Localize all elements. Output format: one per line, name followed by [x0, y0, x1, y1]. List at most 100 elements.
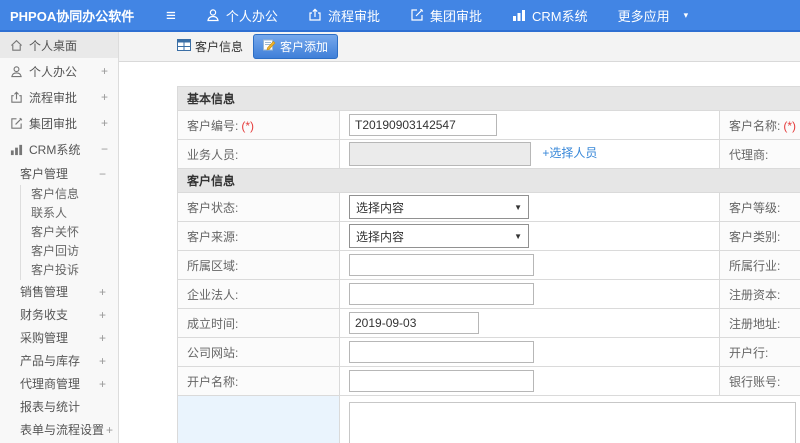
choose-person-link[interactable]: +选择人员	[542, 146, 597, 160]
selected-option: 选择内容	[356, 229, 405, 244]
bank-account-label: 银行账号:	[719, 366, 800, 396]
expand-plus-icon[interactable]: +	[97, 331, 106, 345]
industry-label: 所属行业:	[719, 250, 800, 280]
account-name-input[interactable]	[349, 370, 534, 392]
expand-plus-icon[interactable]: +	[99, 90, 108, 104]
sidebar-item-finance[interactable]: 财务收支 +	[0, 303, 118, 326]
required-mark: (*)	[783, 118, 797, 133]
customer-add-form: 基本信息 客户编号:(*) 客户名称:(*) 业务人员: +选择人员 代理商:	[176, 86, 800, 443]
customer-no-label: 客户编号: (*)	[177, 110, 340, 140]
nav-crm-system[interactable]: CRM系统	[512, 6, 588, 25]
form-content: 基本信息 客户编号:(*) 客户名称:(*) 业务人员: +选择人员 代理商:	[119, 62, 800, 443]
main-area: 客户信息 客户添加 基本信息 客户编号:(*) 客户名称:(*)	[119, 32, 800, 443]
user-icon	[206, 8, 220, 22]
section-header-customer-info: 客户信息	[176, 168, 800, 193]
section-header-basic-info: 基本信息	[176, 86, 800, 111]
tab-label: 客户信息	[195, 40, 244, 54]
region-input[interactable]	[349, 254, 534, 276]
sidebar-item-label: 个人桌面	[29, 38, 78, 53]
sidebar-item-customer-mgmt[interactable]: 客户管理 −	[0, 162, 118, 185]
select-caret-icon: ▼	[514, 202, 522, 212]
sidebar-item-label: 流程审批	[29, 90, 78, 105]
status-label: 客户状态:	[177, 192, 340, 222]
sidebar-item-form-flow-settings[interactable]: 表单与流程设置 +	[0, 418, 118, 441]
expand-plus-icon[interactable]: +	[99, 64, 108, 78]
nav-more-apps[interactable]: 更多应用	[618, 6, 670, 25]
tab-customer-info[interactable]: 客户信息	[171, 35, 249, 58]
customer-source-select[interactable]: 选择内容 ▼	[349, 224, 529, 248]
sidebar-item-workflow[interactable]: 流程审批 +	[0, 84, 118, 110]
nav-label: 流程审批	[327, 8, 380, 24]
sidebar-item-purchase[interactable]: 采购管理 +	[0, 326, 118, 349]
nav-label: 更多应用	[617, 8, 670, 24]
sidebar-item-sales-mgmt[interactable]: 销售管理 +	[0, 280, 118, 303]
export-box-icon	[10, 91, 23, 104]
legal-person-label: 企业法人:	[177, 279, 340, 309]
edit-square-icon	[10, 117, 23, 130]
sidebar-item-desktop[interactable]: 个人桌面	[0, 32, 118, 58]
reg-capital-label: 注册资本:	[719, 279, 800, 309]
customer-name-label: 客户名称: (*)	[719, 110, 800, 140]
nav-workflow-approval[interactable]: 流程审批	[308, 6, 380, 25]
caret-down-icon[interactable]: ▾	[684, 10, 689, 21]
menu-toggle-icon[interactable]: ≡	[158, 7, 184, 24]
expand-plus-icon[interactable]: +	[99, 116, 108, 130]
app-logo: PHPOA协同办公软件	[10, 8, 135, 24]
sales-person-readonly-field	[349, 142, 531, 166]
nav-label: CRM系统	[531, 8, 588, 24]
home-icon	[10, 39, 23, 52]
bank-branch-label: 开户行:	[719, 337, 800, 367]
sidebar-item-customer-revisit[interactable]: 客户回访	[21, 242, 118, 261]
agent-label: 代理商:	[719, 139, 800, 169]
sidebar-item-customer-complaint[interactable]: 客户投诉	[21, 261, 118, 280]
legal-person-input[interactable]	[349, 283, 534, 305]
expand-plus-icon[interactable]: +	[97, 354, 106, 368]
remark-textarea[interactable]	[349, 402, 796, 443]
sidebar-item-agent-mgmt[interactable]: 代理商管理 +	[0, 372, 118, 395]
expand-plus-icon[interactable]: +	[97, 377, 106, 391]
remark-label-cell	[177, 395, 340, 443]
collapse-minus-icon[interactable]: −	[99, 142, 108, 156]
sidebar-item-customer-care[interactable]: 客户关怀	[21, 223, 118, 242]
customer-no-input[interactable]	[349, 114, 497, 136]
expand-plus-icon[interactable]: +	[104, 423, 113, 437]
collapse-minus-icon[interactable]: −	[97, 167, 106, 181]
top-nav: 个人办公 流程审批 集团审批 CRM系统 更多应用 ▾	[206, 6, 718, 25]
user-icon	[10, 65, 23, 78]
tab-bar: 客户信息 客户添加	[119, 32, 800, 62]
top-header: PHPOA协同办公软件 ≡ 个人办公 流程审批 集团审批 CRM系统 更多应用 …	[0, 0, 800, 32]
sidebar-item-label: 报表与统计	[20, 400, 81, 414]
sidebar-item-group-approval[interactable]: 集团审批 +	[0, 110, 118, 136]
sidebar-item-crm[interactable]: CRM系统 −	[0, 136, 118, 162]
category-label: 客户类别:	[719, 221, 800, 251]
founded-date-label: 成立时间:	[177, 308, 340, 338]
tab-label: 客户添加	[280, 40, 329, 54]
customer-status-select[interactable]: 选择内容 ▼	[349, 195, 529, 219]
source-label: 客户来源:	[177, 221, 340, 251]
form-edit-icon	[263, 39, 276, 54]
sidebar-item-label: 个人办公	[29, 64, 78, 79]
nav-label: 集团审批	[429, 8, 482, 24]
sidebar-item-label: CRM系统	[29, 142, 81, 157]
sidebar-item-customer-info[interactable]: 客户信息	[21, 185, 118, 204]
sidebar-item-label: 表单与流程设置	[20, 423, 105, 437]
expand-plus-icon[interactable]: +	[97, 308, 106, 322]
region-label: 所属区域:	[177, 250, 340, 280]
sidebar: 个人桌面 个人办公 + 流程审批 + 集团审批 + CRM系统 − 客户管理 −…	[0, 32, 119, 443]
website-input[interactable]	[349, 341, 534, 363]
sidebar-item-label: 产品与库存	[20, 354, 81, 368]
sidebar-item-label: 集团审批	[29, 116, 78, 131]
tab-customer-add[interactable]: 客户添加	[253, 34, 339, 59]
sidebar-item-label: 财务收支	[20, 308, 69, 322]
expand-plus-icon[interactable]: +	[97, 285, 106, 299]
nav-personal-office[interactable]: 个人办公	[206, 6, 278, 25]
sidebar-item-label: 代理商管理	[20, 377, 81, 391]
sidebar-item-product-inventory[interactable]: 产品与库存 +	[0, 349, 118, 372]
sidebar-item-reports[interactable]: 报表与统计	[0, 395, 118, 418]
sidebar-item-personal-office[interactable]: 个人办公 +	[0, 58, 118, 84]
founded-date-input[interactable]	[349, 312, 479, 334]
sidebar-item-contacts[interactable]: 联系人	[21, 204, 118, 223]
selected-option: 选择内容	[356, 200, 405, 215]
website-label: 公司网站:	[177, 337, 340, 367]
nav-group-approval[interactable]: 集团审批	[410, 6, 482, 25]
